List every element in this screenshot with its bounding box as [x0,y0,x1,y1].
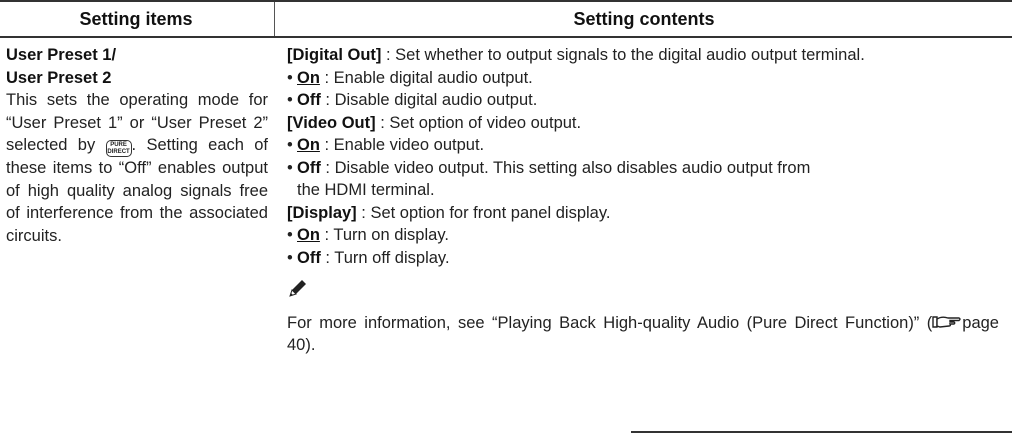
setting-contents-cell: [Digital Out] : Set whether to output si… [287,44,999,357]
display-label: [Display] [287,203,357,222]
display-off-label: Off [297,248,321,267]
display-off-text: : Turn off display. [320,248,450,267]
pure-direct-icon-label-top: PURE [110,142,127,148]
header-setting-items: Setting items [79,9,193,29]
video-on-option: • On : Enable video output. [287,136,485,154]
digital-on-text: : Enable digital audio output. [319,68,533,87]
table-header-rule [0,36,1012,38]
video-off-continuation: the HDMI terminal. [297,181,435,199]
item-description: This sets the operating mode for “User P… [6,89,268,247]
video-on-label: On [297,136,320,154]
display-off-option: • Off : Turn off display. [287,248,450,267]
item-description-part2: . [131,136,137,154]
digital-out-setting: [Digital Out] : Set whether to output si… [287,44,999,67]
video-off-text: : Disable video output. This setting als… [320,158,811,177]
digital-off-text: : Disable digital audio output. [320,91,538,109]
video-out-text: : Set option of video output. [375,113,582,132]
video-on-text: : Enable video output. [319,136,485,154]
display-on-option: • On : Turn on display. [287,226,449,244]
setting-item-cell: User Preset 1/ User Preset 2 This sets t… [6,44,268,247]
video-off-label: Off [297,158,321,177]
table-header-row: Setting items Setting contents [0,2,1012,36]
display-setting: [Display] : Set option for front panel d… [287,202,999,225]
pure-direct-icon-label-bottom: DIRECT [107,149,130,155]
note-text: For more information, see “Playing Back … [287,312,999,357]
video-out-label: [Video Out] [287,113,376,132]
digital-off-label: Off [297,91,321,109]
pure-direct-button-icon: PURE DIRECT [105,140,132,157]
digital-on-option: • On : Enable digital audio output. [287,68,533,87]
pencil-icon [289,280,306,297]
header-column-divider [274,2,275,38]
display-text: : Set option for front panel display. [356,203,611,222]
video-out-setting: [Video Out] : Set option of video output… [287,112,999,135]
display-on-text: : Turn on display. [319,226,449,244]
reference-hand-icon [932,315,961,328]
display-on-label: On [297,226,320,244]
item-title-line2: User Preset 2 [6,68,112,87]
digital-on-label: On [297,68,320,87]
note-text-part1: For more information, see “Playing Back … [287,313,933,332]
digital-off-option: • Off : Disable digital audio output. [287,91,538,109]
digital-out-label: [Digital Out] [287,46,382,64]
header-setting-contents: Setting contents [573,9,715,29]
digital-out-text: : Set whether to output signals to the d… [381,46,865,64]
video-off-option: • Off : Disable video output. This settin… [287,158,811,177]
item-title-line1: User Preset 1/ [6,46,117,64]
